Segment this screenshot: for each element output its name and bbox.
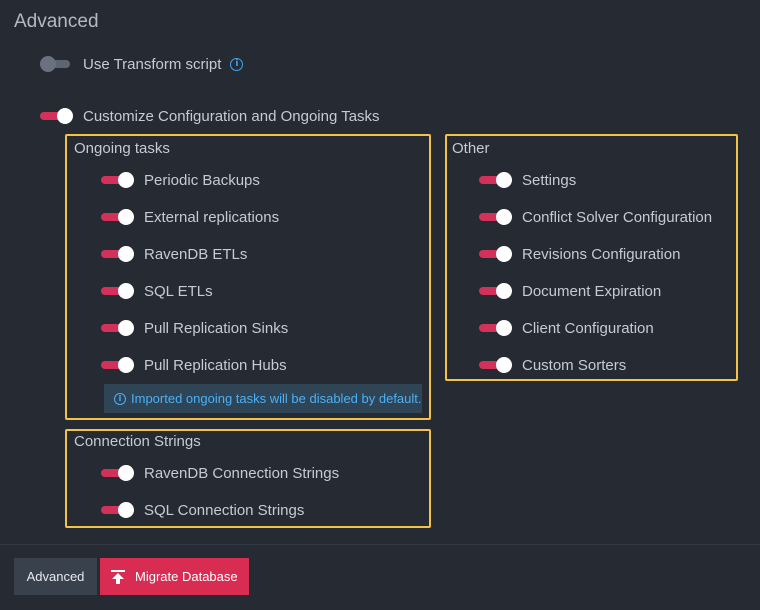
other-item-label: Conflict Solver Configuration xyxy=(522,208,713,226)
other-row-client-configuration: Client Configuration xyxy=(479,316,654,340)
connection-string-row-ravendb: RavenDB Connection Strings xyxy=(101,461,339,485)
other-title: Other xyxy=(452,140,490,157)
ongoing-task-row-pull-replication-sinks: Pull Replication Sinks xyxy=(101,316,288,340)
ongoing-task-row-ravendb-etls: RavenDB ETLs xyxy=(101,242,247,266)
other-item-label: Client Configuration xyxy=(522,319,654,337)
conflict-solver-toggle[interactable] xyxy=(479,205,512,229)
ongoing-tasks-title: Ongoing tasks xyxy=(74,140,170,157)
ongoing-task-label: Pull Replication Sinks xyxy=(144,319,289,337)
migrate-database-label: Migrate Database xyxy=(135,569,238,584)
ravendb-etls-toggle[interactable] xyxy=(101,242,134,266)
ongoing-task-label: External replications xyxy=(144,208,280,226)
external-replications-toggle[interactable] xyxy=(101,205,134,229)
client-configuration-toggle[interactable] xyxy=(479,316,512,340)
ongoing-task-label: Pull Replication Hubs xyxy=(144,356,287,374)
ongoing-task-row-sql-etls: SQL ETLs xyxy=(101,279,213,303)
ongoing-task-row-pull-replication-hubs: Pull Replication Hubs xyxy=(101,353,287,377)
transform-script-toggle[interactable] xyxy=(40,52,72,76)
document-expiration-toggle[interactable] xyxy=(479,279,512,303)
other-row-conflict-solver: Conflict Solver Configuration xyxy=(479,205,712,229)
other-row-revisions: Revisions Configuration xyxy=(479,242,680,266)
section-title: Advanced xyxy=(14,11,99,32)
ongoing-task-row-external-replications: External replications xyxy=(101,205,279,229)
info-icon: i xyxy=(114,392,126,405)
revisions-toggle[interactable] xyxy=(479,242,512,266)
connection-string-label: SQL Connection Strings xyxy=(144,501,305,519)
ongoing-task-label: SQL ETLs xyxy=(144,282,213,300)
ongoing-task-label: Periodic Backups xyxy=(144,171,260,189)
other-item-label: Settings xyxy=(522,171,577,189)
other-item-label: Custom Sorters xyxy=(522,356,627,374)
customize-config-label: Customize Configuration and Ongoing Task… xyxy=(83,107,380,125)
pull-replication-sinks-toggle[interactable] xyxy=(101,316,134,340)
periodic-backups-toggle[interactable] xyxy=(101,168,134,192)
info-icon[interactable]: i xyxy=(230,57,244,71)
advanced-button-label: Advanced xyxy=(26,569,85,584)
upload-icon xyxy=(111,569,125,584)
ongoing-task-label: RavenDB ETLs xyxy=(144,245,248,263)
advanced-button[interactable]: Advanced xyxy=(14,558,97,595)
sql-connection-strings-toggle[interactable] xyxy=(101,498,134,522)
ongoing-task-row-periodic-backups: Periodic Backups xyxy=(101,168,260,192)
ongoing-tasks-note-text: Imported ongoing tasks will be disabled … xyxy=(131,391,422,406)
ravendb-connection-strings-toggle[interactable] xyxy=(101,461,134,485)
other-row-document-expiration: Document Expiration xyxy=(479,279,661,303)
customize-config-toggle[interactable] xyxy=(40,104,73,128)
other-item-label: Document Expiration xyxy=(522,282,662,300)
transform-script-label: Use Transform script xyxy=(83,55,222,73)
pull-replication-hubs-toggle[interactable] xyxy=(101,353,134,377)
connection-strings-title: Connection Strings xyxy=(74,433,201,450)
sql-etls-toggle[interactable] xyxy=(101,279,134,303)
transform-script-row: Use Transform script i xyxy=(40,52,244,76)
migrate-database-button[interactable]: Migrate Database xyxy=(100,558,249,595)
other-row-settings: Settings xyxy=(479,168,576,192)
other-item-label: Revisions Configuration xyxy=(522,245,681,263)
other-row-custom-sorters: Custom Sorters xyxy=(479,353,626,377)
custom-sorters-toggle[interactable] xyxy=(479,353,512,377)
connection-string-row-sql: SQL Connection Strings xyxy=(101,498,304,522)
footer-divider xyxy=(0,544,760,545)
settings-toggle[interactable] xyxy=(479,168,512,192)
customize-config-row: Customize Configuration and Ongoing Task… xyxy=(40,104,380,128)
connection-string-label: RavenDB Connection Strings xyxy=(144,464,340,482)
ongoing-tasks-info-note: i Imported ongoing tasks will be disable… xyxy=(104,384,422,413)
